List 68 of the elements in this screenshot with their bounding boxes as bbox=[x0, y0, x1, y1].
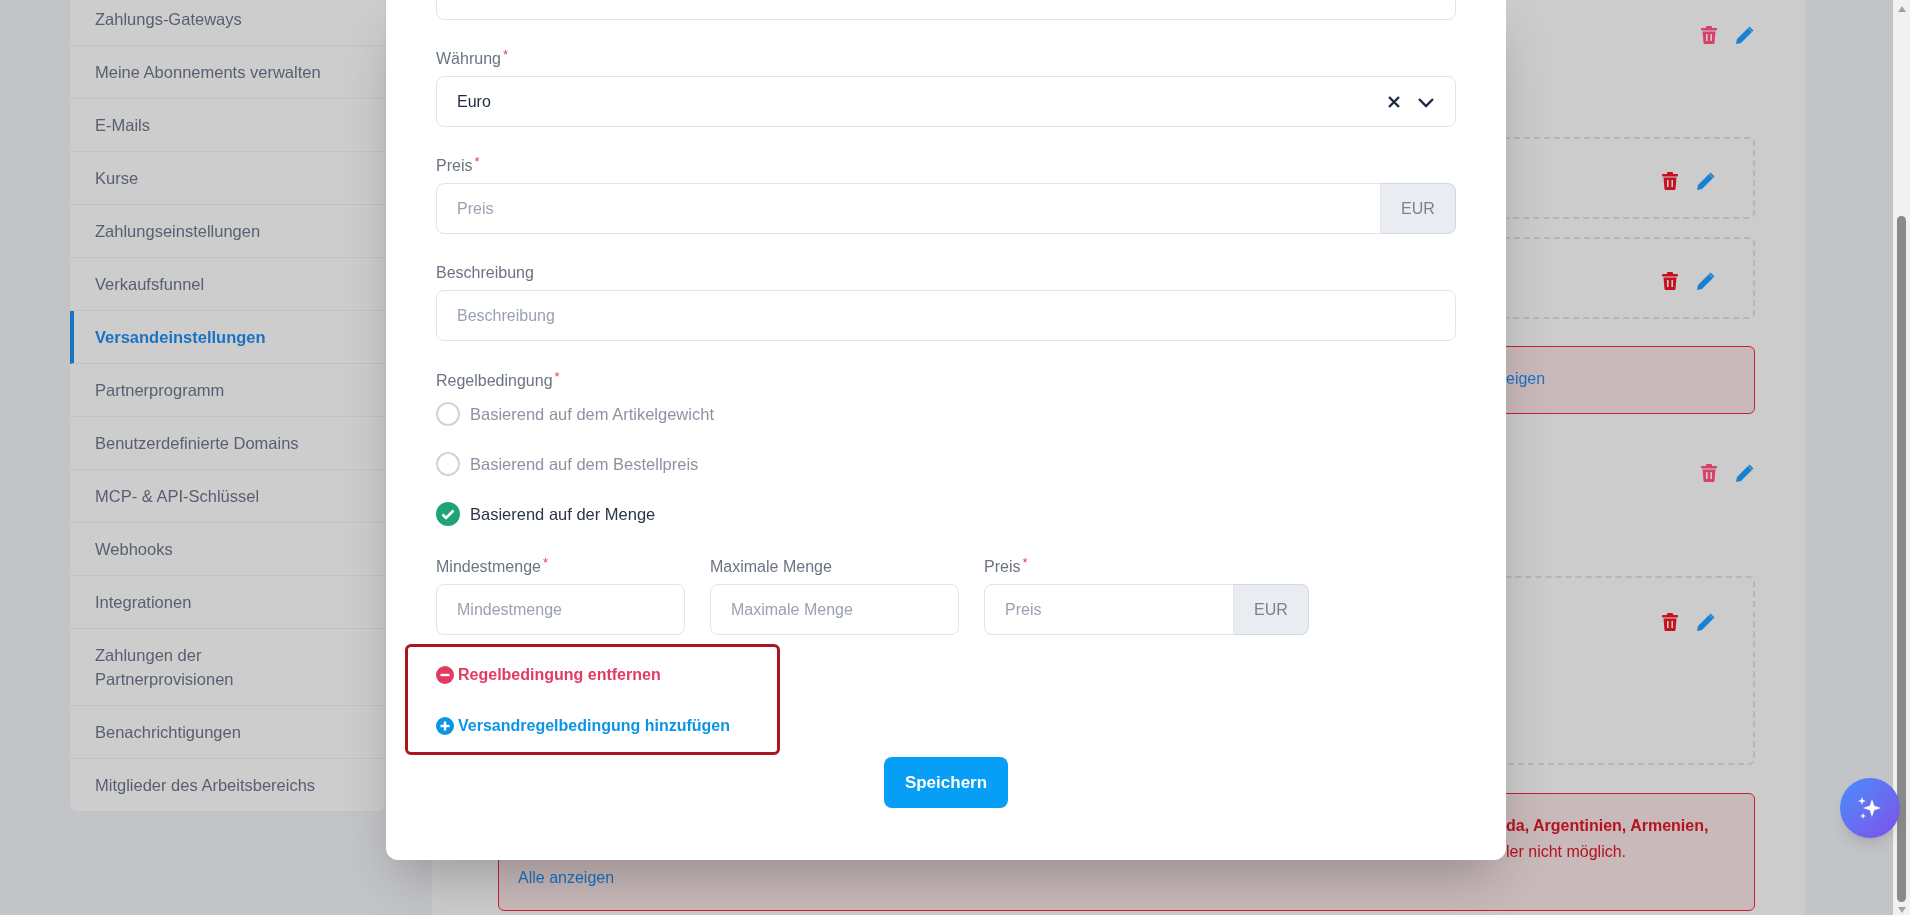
field-label: Mindestmenge bbox=[436, 557, 541, 577]
required-asterisk: * bbox=[542, 555, 548, 571]
pencil-icon[interactable] bbox=[1697, 613, 1715, 631]
trash-icon[interactable] bbox=[1701, 26, 1717, 44]
trash-icon[interactable] bbox=[1701, 464, 1717, 482]
select-value: Euro bbox=[457, 91, 492, 112]
sidebar-item[interactable]: Partnerprogramm bbox=[70, 364, 385, 417]
radio-label: Basierend auf der Menge bbox=[470, 503, 656, 525]
sidebar-item[interactable]: Benachrichtigungen bbox=[70, 706, 385, 759]
radio-option[interactable]: Basierend auf dem Artikelgewicht bbox=[436, 401, 1456, 427]
input-field[interactable]: Mindestmenge bbox=[436, 584, 685, 635]
add-rule-link[interactable]: Versandregelbedingung hinzufügen bbox=[436, 714, 730, 738]
pencil-icon[interactable] bbox=[1697, 172, 1715, 190]
save-button[interactable]: Speichern bbox=[884, 757, 1008, 808]
sidebar-item[interactable]: E-Mails bbox=[70, 99, 385, 152]
pencil-icon[interactable] bbox=[1736, 26, 1754, 44]
field-label: Regelbedingung bbox=[436, 371, 553, 391]
field-label: Preis bbox=[436, 156, 473, 176]
trash-icon[interactable] bbox=[1662, 172, 1678, 190]
pencil-icon[interactable] bbox=[1697, 272, 1715, 290]
sidebar-item[interactable]: Zahlungseinstellungen bbox=[70, 205, 385, 258]
radio-option[interactable]: Basierend auf dem Bestellpreis bbox=[436, 451, 1456, 477]
radio-option[interactable]: Basierend auf der Menge bbox=[436, 501, 1456, 527]
input-field[interactable]: Preis bbox=[984, 584, 1234, 635]
input-field[interactable]: Beschreibung bbox=[436, 290, 1456, 341]
radio-checked-icon[interactable] bbox=[436, 502, 460, 526]
scroll-down-icon[interactable] bbox=[1897, 907, 1906, 913]
required-asterisk: * bbox=[502, 47, 508, 63]
sidebar-item[interactable]: Mitglieder des Arbeitsbereichs bbox=[70, 759, 385, 811]
field-label: Währung bbox=[436, 49, 501, 69]
alert-text: da, Argentinien, Armenien, bbox=[1506, 816, 1710, 836]
clear-icon[interactable] bbox=[1387, 94, 1401, 109]
required-asterisk: * bbox=[554, 369, 560, 385]
currency-addon: EUR bbox=[1234, 584, 1309, 635]
show-all-link[interactable]: eigen bbox=[1506, 366, 1754, 392]
sidebar-item[interactable]: Kurse bbox=[70, 152, 385, 205]
field-label: Maximale Menge bbox=[710, 557, 832, 577]
scroll-up-icon[interactable] bbox=[1897, 6, 1906, 12]
assistant-button[interactable] bbox=[1840, 778, 1900, 838]
currency-select[interactable]: Euro bbox=[436, 76, 1456, 127]
alert-text: ler nicht möglich. bbox=[1506, 842, 1628, 862]
radio-label: Basierend auf dem Artikelgewicht bbox=[470, 403, 714, 425]
required-asterisk: * bbox=[1022, 555, 1028, 571]
sidebar-item[interactable]: MCP- & API-Schlüssel bbox=[70, 470, 385, 523]
trash-icon[interactable] bbox=[1662, 613, 1678, 631]
minus-circle-icon bbox=[436, 666, 454, 684]
radio-label: Basierend auf dem Bestellpreis bbox=[470, 453, 699, 475]
field-label: Beschreibung bbox=[436, 263, 534, 283]
sidebar-item[interactable]: Benutzerdefinierte Domains bbox=[70, 417, 385, 470]
field-label: Preis bbox=[984, 557, 1021, 577]
required-asterisk: * bbox=[474, 154, 480, 170]
remove-rule-link[interactable]: Regelbedingung entfernen bbox=[436, 663, 661, 687]
currency-addon: EUR bbox=[1381, 183, 1456, 234]
sidebar-item[interactable]: Zahlungen der Partnerprovisionen bbox=[70, 629, 385, 706]
input-field[interactable]: Preis bbox=[436, 183, 1381, 234]
input-field[interactable]: Maximale Menge bbox=[710, 584, 959, 635]
sidebar-item[interactable]: Integrationen bbox=[70, 576, 385, 629]
scrollbar-thumb[interactable] bbox=[1897, 216, 1906, 902]
scrollbar[interactable] bbox=[1893, 0, 1910, 915]
sidebar-item[interactable]: Zahlungs-Gateways bbox=[70, 0, 385, 46]
chevron-down-icon[interactable] bbox=[1417, 95, 1435, 108]
sidebar-item[interactable]: Webhooks bbox=[70, 523, 385, 576]
pencil-icon[interactable] bbox=[1736, 464, 1754, 482]
sidebar-item[interactable]: Verkaufsfunnel bbox=[70, 258, 385, 311]
show-all-link[interactable]: Alle anzeigen bbox=[518, 865, 1754, 891]
plus-circle-icon bbox=[436, 717, 454, 735]
sidebar-item[interactable]: Meine Abonnements verwalten bbox=[70, 46, 385, 99]
trash-icon[interactable] bbox=[1662, 272, 1678, 290]
